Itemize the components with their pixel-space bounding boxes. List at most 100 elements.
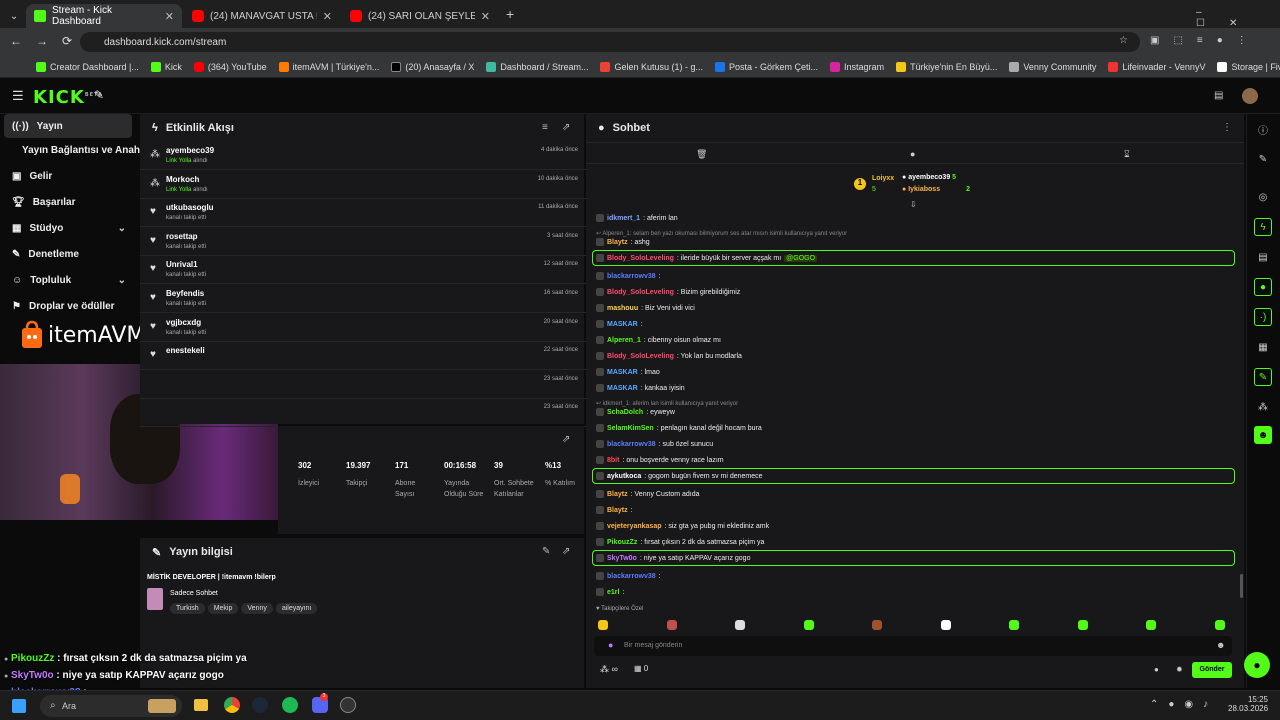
popout-icon[interactable]: ⇗	[562, 122, 570, 133]
obs-icon[interactable]	[340, 697, 356, 713]
sidebar-item-basarilar[interactable]: 🏆︎ Başarılar	[4, 190, 132, 214]
sidebar-item-yayin[interactable]: ((·)) Yayın	[4, 114, 132, 138]
pencil-icon[interactable]: ✎	[1254, 150, 1272, 168]
filter-icon[interactable]: ≡	[542, 122, 548, 133]
send-button[interactable]: Gönder	[1192, 662, 1232, 678]
broadcast-icon[interactable]: ·)	[1254, 308, 1272, 326]
activity-user[interactable]: ayembeco39	[166, 146, 214, 155]
activity-user[interactable]: utkubasoglu	[166, 203, 214, 212]
chat-message[interactable]: blackarrowv38 :	[596, 572, 661, 580]
tag[interactable]: Venny	[241, 603, 273, 614]
close-icon[interactable]: ✕	[165, 10, 174, 23]
sidebar-item-droplar[interactable]: ⚑ Droplar ve ödüller	[4, 294, 132, 318]
bookmark-item[interactable]: Gelen Kutusu (1) - g...	[600, 61, 703, 72]
bookmark-item[interactable]: Dashboard / Stream...	[486, 61, 588, 72]
chat-username[interactable]: Blody_SoloLeveling	[607, 255, 674, 262]
tab-youtube-2[interactable]: (24) SARI OLAN ŞEYLER LEZZE ✕	[342, 4, 498, 28]
chat-username[interactable]: SelamKimSen	[607, 425, 654, 432]
tab-kick-dashboard[interactable]: Stream - Kick Dashboard ✕	[26, 4, 182, 28]
clips-icon[interactable]: ▤	[1214, 90, 1223, 101]
bookmark-item[interactable]: Türkiye'nin En Büyü...	[896, 61, 997, 72]
taskbar-search[interactable]: ⌕ Ara	[40, 695, 182, 717]
tab-youtube-1[interactable]: (24) MANAVGAT USTA HACKER ✕	[184, 4, 340, 28]
chat-message[interactable]: MASKAR : lmao	[596, 368, 660, 376]
emoji-icon[interactable]: ☻	[1216, 640, 1225, 650]
support-chat-icon[interactable]: ●	[1244, 652, 1270, 678]
sidebar-item-stream-key[interactable]: Yayın Bağlantısı ve Anahtarı	[4, 138, 156, 162]
popout-icon[interactable]: ⇗	[562, 434, 570, 445]
chat-message[interactable]: Blody_SoloLeveling : ileride büyük bir s…	[596, 254, 818, 262]
chat-message[interactable]: mashouu : Biz Veni vidi vici	[596, 304, 695, 312]
expand-down-icon[interactable]: ⇩	[910, 200, 917, 209]
stats-icon[interactable]: ▦	[1254, 338, 1272, 356]
chat-message[interactable]: SelamKimSen : penlagın kanal değil hocam…	[596, 424, 762, 432]
sidebar-item-gelir[interactable]: ▣ Gelir	[4, 164, 132, 188]
chat-message[interactable]: Blaytz :	[596, 506, 633, 514]
emote-icon[interactable]	[872, 620, 882, 630]
chat-username[interactable]: PikouzZz	[607, 539, 637, 546]
bookmark-item[interactable]: Instagram	[830, 61, 884, 72]
tray-icons[interactable]: ⌃●◉♪	[1150, 699, 1218, 710]
chat-username[interactable]: Blody_SoloLeveling	[607, 289, 674, 296]
lightning-icon[interactable]: ϟ	[1254, 218, 1272, 236]
emote-icon[interactable]	[735, 620, 745, 630]
chat-username[interactable]: blackarrowv38	[607, 273, 656, 280]
mic-icon[interactable]: ●	[608, 640, 613, 650]
chat-username[interactable]: Alperen_1	[607, 337, 641, 344]
bookmark-item[interactable]: Lifeinvader - VennyV	[1108, 61, 1205, 72]
nav-buttons[interactable]: ←→⟳	[10, 34, 86, 48]
sidebar-item-topluluk[interactable]: ☺ Topluluk ⌄	[4, 268, 132, 292]
chat-message[interactable]: Blaytz : Venny Custom adıda	[596, 490, 700, 498]
menu-icon[interactable]: ☰	[12, 88, 24, 104]
emote-icon[interactable]	[666, 620, 677, 630]
bookmark-item[interactable]: Posta - Görkem Çeti...	[715, 61, 818, 72]
gear-icon[interactable]: ✹	[1176, 665, 1183, 674]
sidebar-item-denetleme[interactable]: ✎ Denetleme	[4, 242, 132, 266]
activity-user[interactable]: Unrival1	[166, 260, 198, 269]
chat-username[interactable]: vejeteryankasap	[607, 523, 661, 530]
chat-settings-icon[interactable]: ●	[910, 149, 915, 159]
chat-input[interactable]: ● Bir mesaj gönderin ☻	[594, 636, 1232, 656]
people-icon[interactable]: ⁂	[1254, 398, 1272, 416]
bookmark-item[interactable]: itemAVM | Türkiye'n...	[278, 61, 379, 72]
chat-message[interactable]: Blody_SoloLeveling : Bizim girebildiğimi…	[596, 288, 740, 296]
chat-bubble-icon[interactable]: ●	[1254, 278, 1272, 296]
chat-username[interactable]: blackarrowv38	[607, 573, 656, 580]
sidebar-item-studyo[interactable]: ▦ Stüdyo ⌄	[4, 216, 132, 240]
chat-message[interactable]: blackarrowv38 :	[596, 272, 661, 280]
chat-username[interactable]: Blaytz	[607, 507, 628, 514]
close-icon[interactable]: ✕	[323, 10, 332, 23]
new-tab-icon[interactable]: +	[506, 6, 514, 22]
bookmark-item[interactable]: Storage | Fivemanage	[1217, 61, 1280, 72]
chat-scrollbar[interactable]	[1240, 574, 1243, 598]
emote-icon[interactable]	[1146, 620, 1156, 630]
chat-message[interactable]: Blaytz : ashg	[596, 238, 650, 246]
chat-username[interactable]: 8bit	[607, 457, 619, 464]
chat-username[interactable]: idkmert_1	[607, 215, 640, 222]
popout-icon[interactable]: ⇗	[562, 546, 570, 557]
chat-message[interactable]: Blody_SoloLeveling : Yok lan bu modlarla	[596, 352, 742, 360]
chat-username[interactable]: mashouu	[607, 305, 638, 312]
windows-start-icon[interactable]	[12, 699, 26, 713]
mention[interactable]: @GOGO	[784, 254, 818, 262]
bookmark-item[interactable]: Kick	[150, 61, 182, 72]
chat-username[interactable]: e1rl	[607, 589, 619, 596]
edit-icon[interactable]: ✎	[542, 546, 550, 557]
emote-icon[interactable]	[940, 620, 951, 630]
chat-username[interactable]: SkyTw0o	[607, 555, 637, 562]
url-field[interactable]: dashboard.kick.com/stream ☆	[80, 32, 1140, 52]
chat-message[interactable]: SchaDolch : eyweyw	[596, 408, 675, 416]
activity-user[interactable]: rosettap	[166, 232, 198, 241]
chat-message[interactable]: aykutkoca : gogom bugün fivem sv mi dene…	[596, 472, 763, 480]
tag[interactable]: Mekip	[207, 603, 239, 614]
chat-message[interactable]: idkmert_1 : aferim lan	[596, 214, 678, 222]
bookmark-item[interactable]: Creator Dashboard |...	[36, 61, 139, 72]
bookmark-item[interactable]: (20) Anasayfa / X	[391, 61, 474, 72]
emote-icon[interactable]	[598, 620, 608, 630]
chat-message[interactable]: blackarrowv38 : sub özel sunucu	[596, 440, 713, 448]
emote-icon[interactable]	[1009, 620, 1019, 630]
window-controls[interactable]: –☐✕	[1196, 7, 1280, 29]
chat-message[interactable]: e1rl :	[596, 588, 624, 596]
chat-username[interactable]: Blaytz	[607, 239, 628, 246]
chat-username[interactable]: Blaytz	[607, 491, 628, 498]
